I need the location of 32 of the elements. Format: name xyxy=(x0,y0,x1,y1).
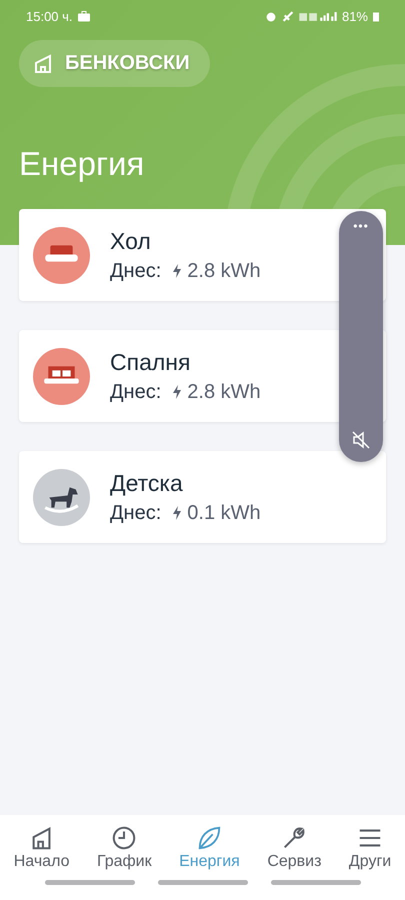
lightning-icon xyxy=(173,506,182,520)
lightning-icon xyxy=(173,385,182,399)
gesture-bar[interactable] xyxy=(44,880,134,885)
energy-value: 2.8 kWh xyxy=(187,260,261,282)
energy-value: 0.1 kWh xyxy=(187,502,261,524)
battery-percent: 81% xyxy=(342,8,368,24)
more-button[interactable]: ••• xyxy=(353,219,369,233)
wrench-icon xyxy=(281,825,308,851)
today-label: Днес: xyxy=(110,260,162,282)
room-name: Хол xyxy=(110,228,152,254)
battery-icon xyxy=(373,10,379,22)
room-name: Детска xyxy=(110,470,184,496)
page-title: Енергия xyxy=(19,145,146,183)
today-label: Днес: xyxy=(110,502,162,524)
nav-tab[interactable]: Други xyxy=(348,825,392,871)
energy-value: 2.8 kWh xyxy=(187,380,261,404)
status-time: 15:00 ч. xyxy=(26,8,73,24)
signal-icon xyxy=(298,10,337,22)
room-card[interactable]: Детска Днес: 0.1 kWh xyxy=(19,451,386,543)
gesture-bar[interactable] xyxy=(158,880,248,885)
nav-tab[interactable]: Начало xyxy=(14,825,70,871)
muted-speaker-icon[interactable] xyxy=(351,430,371,450)
room-name: Спалня xyxy=(110,348,192,376)
nav-tab[interactable]: Сервиз xyxy=(267,825,322,871)
briefcase-icon xyxy=(78,10,90,22)
today-label: Днес: xyxy=(110,380,162,404)
home-icon xyxy=(33,54,53,74)
nav-tab[interactable]: График xyxy=(96,825,152,871)
leaf-icon xyxy=(196,825,222,851)
lightning-icon xyxy=(173,264,182,278)
clock-icon xyxy=(111,825,138,851)
gesture-bar[interactable] xyxy=(270,880,360,885)
